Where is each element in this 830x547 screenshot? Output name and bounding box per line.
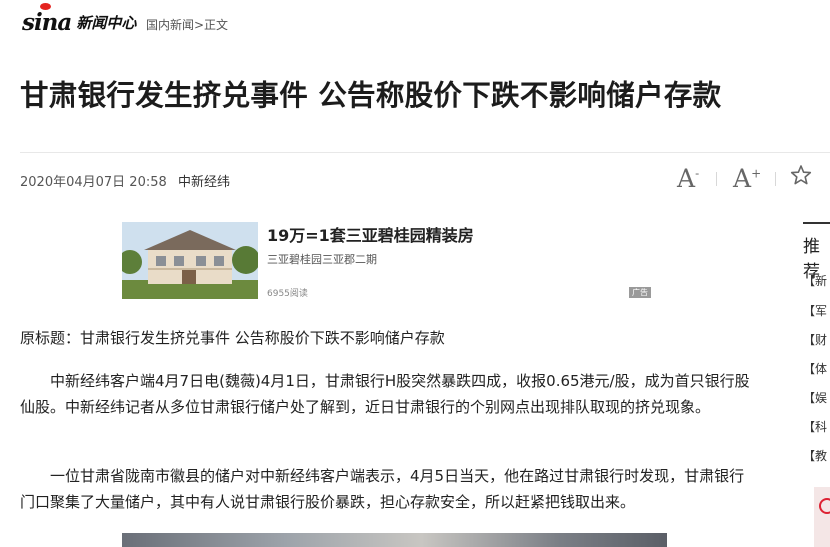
article-source[interactable]: 中新经纬 xyxy=(178,171,230,190)
title-divider xyxy=(20,152,830,153)
sidebar-item[interactable]: 【军 xyxy=(803,302,827,319)
font-larger-button[interactable]: A+ xyxy=(733,164,761,193)
ad-badge: 广告 xyxy=(629,287,651,298)
toolbar-separator xyxy=(716,172,717,186)
sina-logo[interactable]: sina 新闻中心 xyxy=(22,2,136,36)
channel-name[interactable]: 新闻中心 xyxy=(76,12,136,33)
sidebar-badge-icon xyxy=(819,498,830,514)
sidebar-item[interactable]: 【教 xyxy=(803,447,827,464)
ad-block[interactable]: 19万=1套三亚碧桂园精装房 三亚碧桂园三亚郡二期 6955阅读 广告 xyxy=(122,218,667,300)
breadcrumb[interactable]: 国内新闻>正文 xyxy=(146,16,228,33)
article-paragraph: 中新经纬客户端4月7日电(魏薇)4月1日，甘肃银行H股突然暴跌四成，收报0.65… xyxy=(20,372,750,416)
article-paragraph: 原标题：甘肃银行发生挤兑事件 公告称股价下跌不影响储户存款 xyxy=(20,329,445,347)
toolbar-separator xyxy=(775,172,776,186)
ad-house-image[interactable] xyxy=(122,222,258,299)
star-icon[interactable] xyxy=(790,164,812,190)
ad-subtitle: 三亚碧桂园三亚郡二期 xyxy=(267,253,377,266)
logo-wordmark: sina xyxy=(22,2,72,36)
sidebar-thumbnail[interactable] xyxy=(814,487,830,547)
publish-date: 2020年04月07日 20:58 xyxy=(20,175,167,190)
article-photo xyxy=(122,533,667,547)
top-bar: sina 新闻中心 国内新闻>正文 xyxy=(0,0,830,46)
sidebar-item[interactable]: 【新 xyxy=(803,272,827,289)
article-title: 甘肃银行发生挤兑事件 公告称股价下跌不影响储户存款 xyxy=(20,79,722,112)
article-paragraph: 一位甘肃省陇南市徽县的储户对中新经纬客户端表示，4月5日当天，他在路过甘肃银行时… xyxy=(20,467,745,511)
font-smaller-button[interactable]: A- xyxy=(677,164,699,193)
sidebar-item[interactable]: 【科 xyxy=(803,418,827,435)
sidebar-item[interactable]: 【体 xyxy=(803,360,827,377)
sidebar-rule xyxy=(803,222,830,224)
ad-read-count: 6955阅读 xyxy=(267,289,308,299)
logo-eye-icon xyxy=(40,2,51,10)
sidebar-item[interactable]: 【财 xyxy=(803,331,827,348)
sidebar-item[interactable]: 【娱 xyxy=(803,389,827,406)
ad-title[interactable]: 19万=1套三亚碧桂园精装房 xyxy=(267,222,474,246)
